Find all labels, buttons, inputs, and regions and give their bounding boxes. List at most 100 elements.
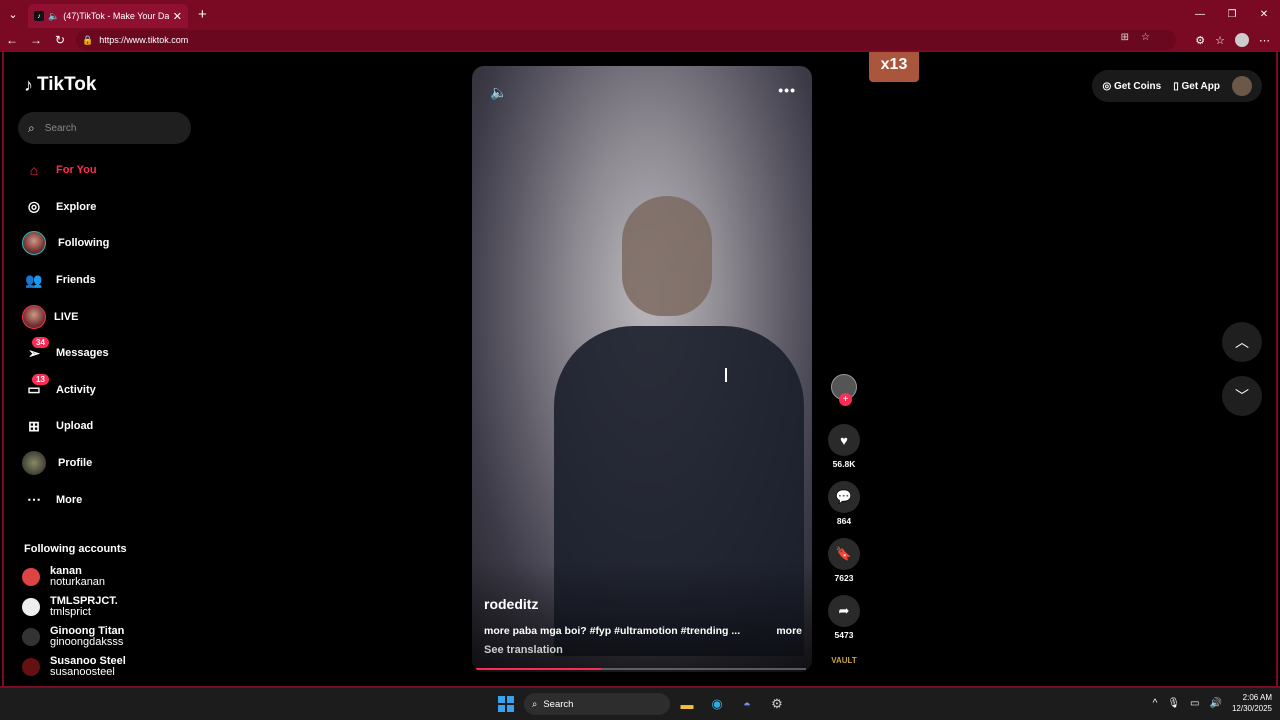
like-count: 56.8K [832, 459, 856, 469]
see-translation-link[interactable]: See translation [484, 644, 563, 656]
tiktok-logo[interactable]: ♪ TikTok [24, 74, 96, 96]
following-account-item[interactable]: kanan noturkanan [22, 562, 126, 592]
following-account-item[interactable]: TMLSPRJCT. tmlsprict [22, 592, 126, 622]
search-icon[interactable]: ⌕ [28, 121, 35, 136]
edge-browser-icon[interactable]: ◉ [706, 693, 728, 715]
tab-actions-button[interactable]: ⌄ [0, 0, 26, 28]
following-accounts-list: kanan noturkanan TMLSPRJCT. tmlsprict Gino… [22, 562, 126, 682]
music-disc[interactable]: VAULT [828, 656, 860, 670]
comment-action[interactable]: 💬 864 [828, 481, 860, 526]
video-player[interactable]: 🔈 ••• rodeditz more paba mga boi? #fyp #… [472, 66, 812, 672]
sidebar-item-profile[interactable]: Profile [20, 445, 109, 482]
favorites-icon[interactable]: ☆ [1215, 34, 1225, 47]
settings-more-icon[interactable]: ⋯ [1259, 34, 1270, 47]
sidebar-item-label: Friends [56, 274, 96, 287]
live-avatar [22, 304, 46, 329]
sidebar-item-label: Messages [56, 347, 109, 360]
next-video-chevron-down-icon[interactable]: ﹀ [1222, 376, 1262, 416]
close-tab-icon[interactable]: ✕ [173, 10, 182, 23]
address-bar[interactable]: 🔒 https://www.tiktok.com [76, 30, 1176, 50]
plus-square-icon: ⊞ [28, 417, 40, 434]
microphone-icon[interactable]: 🎙 [1167, 698, 1180, 709]
video-progress-fill [476, 668, 602, 670]
sidebar-item-upload[interactable]: ⊞ Upload [20, 408, 109, 445]
forward-button[interactable]: → [24, 28, 48, 52]
lock-icon[interactable]: 🔒 [82, 35, 93, 46]
creator-avatar[interactable]: + [831, 374, 857, 406]
volume-icon[interactable]: 🔈 [490, 84, 507, 101]
taskbar-search[interactable]: ⌕ Search [524, 693, 670, 715]
network-icon[interactable]: ▭ [1190, 698, 1199, 709]
clock[interactable]: 2:06 AM 12/30/2025 [1232, 692, 1272, 714]
following-account-item[interactable]: Susanoo Steel susanoosteel [22, 652, 126, 682]
new-tab-button[interactable]: + [198, 6, 207, 23]
system-tray: ^ 🎙 ▭ 🔊 2:06 AM 12/30/2025 [1153, 692, 1272, 714]
user-avatar[interactable] [1232, 76, 1252, 96]
following-account-item[interactable]: Ginoong Titan ginoongdaksss [22, 622, 126, 652]
share-icon[interactable]: ➦ [828, 595, 860, 627]
sidebar-item-live[interactable]: LIVE [20, 298, 109, 335]
profile-avatar[interactable] [1235, 33, 1249, 47]
refresh-button[interactable]: ↻ [48, 28, 72, 52]
sidebar-item-label: More [56, 493, 83, 506]
sidebar-item-activity[interactable]: ▭ 13 Activity [20, 372, 109, 409]
comment-icon[interactable]: 💬 [828, 481, 860, 513]
browser-nav-bar: ← → ↻ 🔒 https://www.tiktok.com ⊞ ☆ ⚙ ☆ ⋯ [0, 28, 1280, 52]
windows-start-icon[interactable] [498, 696, 514, 712]
app-icon[interactable]: ⚙ [766, 693, 788, 715]
sidebar-item-label: Activity [56, 383, 96, 396]
browser-tab[interactable]: ♪ 🔈 (47)TikTok - Make Your Day ✕ [28, 4, 188, 28]
speaker-icon[interactable]: 🔈 [48, 11, 59, 22]
previous-video-chevron-up-icon[interactable]: ︿ [1222, 322, 1262, 362]
video-author[interactable]: rodeditz [484, 596, 538, 612]
following-accounts-title: Following accounts [24, 543, 127, 555]
video-progress-bar[interactable] [476, 668, 806, 670]
share-action[interactable]: ➦ 5473 [828, 595, 860, 640]
discord-icon[interactable]: ◓ [736, 693, 758, 715]
sidebar-item-explore[interactable]: ◎ Explore [20, 189, 109, 226]
video-caption: more paba mga boi? #fyp #ultramotion #tr… [484, 625, 741, 637]
account-avatar [22, 628, 40, 646]
get-coins-button[interactable]: ◎ Get Coins [1102, 81, 1161, 92]
following-avatar [22, 231, 46, 256]
close-window-button[interactable]: ✕ [1248, 0, 1280, 28]
heart-icon[interactable]: ♥ [828, 424, 860, 456]
like-action[interactable]: ♥ 56.8K [828, 424, 860, 469]
home-icon: ⌂ [29, 162, 39, 179]
caption-more-button[interactable]: more [776, 625, 802, 637]
search-input[interactable] [44, 122, 165, 134]
taskbar-search-label: Search [543, 698, 574, 710]
sidebar-item-label: LIVE [54, 310, 79, 323]
search-box[interactable]: ⌕ [18, 112, 191, 144]
tray-chevron-up-icon[interactable]: ^ [1153, 698, 1158, 709]
favorite-star-icon[interactable]: ☆ [1141, 32, 1150, 43]
minimize-button[interactable]: — [1184, 0, 1216, 28]
browser-tab-bar: ⌄ ♪ 🔈 (47)TikTok - Make Your Day ✕ + — ❐… [0, 0, 1280, 28]
file-explorer-icon[interactable]: ▬ [676, 693, 698, 715]
sidebar-item-messages[interactable]: ➢ 34 Messages [20, 335, 109, 372]
follow-plus-icon[interactable]: + [839, 393, 852, 406]
account-handle: susanoosteel [50, 666, 115, 678]
video-more-options-icon[interactable]: ••• [778, 82, 796, 98]
volume-icon[interactable]: 🔊 [1210, 698, 1222, 709]
comment-count: 864 [836, 516, 852, 526]
extensions-icon[interactable]: ⚙ [1195, 34, 1205, 47]
toolbar-right: ⚙ ☆ ⋯ [1195, 28, 1280, 52]
sidebar-item-for-you[interactable]: ⌂ For You [20, 152, 109, 189]
sidebar-item-following[interactable]: Following [20, 225, 109, 262]
account-avatar [22, 598, 40, 616]
sidebar-item-friends[interactable]: 👥 Friends [20, 262, 109, 299]
account-avatar [22, 568, 40, 586]
video-frame-person-head [622, 196, 712, 316]
back-button[interactable]: ← [0, 28, 24, 52]
activity-badge: 13 [32, 373, 49, 385]
bookmark-icon[interactable]: 🔖 [828, 538, 860, 570]
ellipsis-icon: ⋯ [27, 491, 41, 508]
save-action[interactable]: 🔖 7623 [828, 538, 860, 583]
account-handle: ginoongdaksss [50, 636, 124, 648]
sidebar-item-more[interactable]: ⋯ More [20, 481, 109, 518]
windows-taskbar: ⌕ Search ▬ ◉ ◓ ⚙ ^ 🎙 ▭ 🔊 2:06 AM 12/30/2… [0, 688, 1280, 720]
get-app-button[interactable]: ▯ Get App [1173, 81, 1220, 92]
restore-button[interactable]: ❐ [1216, 0, 1248, 28]
app-available-icon[interactable]: ⊞ [1121, 32, 1129, 43]
